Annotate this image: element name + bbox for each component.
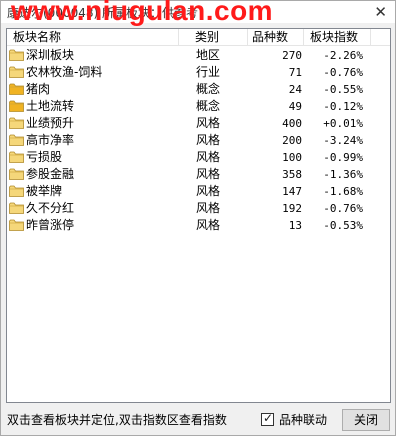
sector-name: 被举牌	[26, 184, 63, 198]
sector-type: 地区	[196, 48, 221, 62]
column-header-type[interactable]: 类别	[179, 29, 248, 45]
sector-count: 100	[282, 151, 302, 164]
sector-list[interactable]: 板块名称 类别 品种数 板块指数 深圳板块 地区 270 -2.26% 农林牧渔-饲料 行…	[6, 28, 391, 403]
check-icon: ✓	[263, 411, 274, 425]
sector-index[interactable]: -3.24%	[307, 132, 363, 149]
title-bar[interactable]: 康达尔(000048) 所属板块：供参考 www.niugulan.com ✕	[1, 0, 395, 26]
sector-count: 192	[282, 202, 302, 215]
sector-name: 业绩预升	[26, 116, 75, 130]
table-row[interactable]: 猪肉 概念 24 -0.55%	[7, 81, 390, 98]
sector-name: 久不分红	[26, 201, 75, 215]
watermark: www.niugulan.com	[11, 0, 274, 26]
sector-type: 风格	[196, 167, 221, 181]
sector-name: 昨曾涨停	[26, 218, 75, 232]
sector-type: 概念	[196, 99, 221, 113]
sector-index[interactable]: -0.76%	[307, 64, 363, 81]
sector-name: 亏损股	[26, 150, 63, 164]
table-row[interactable]: 高市净率 风格 200 -3.24%	[7, 132, 390, 149]
folder-icon	[9, 100, 24, 112]
sector-index[interactable]: -1.36%	[307, 166, 363, 183]
column-header-index[interactable]: 板块指数	[304, 29, 371, 45]
sector-index[interactable]: -1.68%	[307, 183, 363, 200]
close-icon[interactable]: ✕	[374, 3, 387, 21]
table-row[interactable]: 土地流转 概念 49 -0.12%	[7, 98, 390, 115]
sector-type: 风格	[196, 201, 221, 215]
sector-index[interactable]: -0.55%	[307, 81, 363, 98]
column-header-name[interactable]: 板块名称	[7, 29, 179, 45]
sector-type: 风格	[196, 133, 221, 147]
status-bar: 双击查看板块并定位,双击指数区查看指数 ✓ 品种联动 关闭	[1, 405, 395, 435]
sector-dialog: 康达尔(000048) 所属板块：供参考 www.niugulan.com ✕ …	[0, 0, 396, 436]
sector-name-cell: 农林牧渔-饲料	[9, 64, 179, 81]
table-row[interactable]: 参股金融 风格 358 -1.36%	[7, 166, 390, 183]
sector-name-cell: 久不分红	[9, 200, 179, 217]
sector-name-cell: 参股金融	[9, 166, 179, 183]
sector-name: 农林牧渔-饲料	[26, 65, 103, 79]
sector-index[interactable]: -0.76%	[307, 200, 363, 217]
sector-name-cell: 被举牌	[9, 183, 179, 200]
folder-icon	[9, 202, 24, 214]
sector-name-cell: 高市净率	[9, 132, 179, 149]
sector-index[interactable]: +0.01%	[307, 115, 363, 132]
sector-index[interactable]: -0.12%	[307, 98, 363, 115]
table-row[interactable]: 亏损股 风格 100 -0.99%	[7, 149, 390, 166]
sector-count: 71	[288, 66, 302, 79]
table-row[interactable]: 业绩预升 风格 400 +0.01%	[7, 115, 390, 132]
sector-count: 49	[288, 100, 302, 113]
sector-name-cell: 深圳板块	[9, 47, 179, 64]
list-header: 板块名称 类别 品种数 板块指数	[7, 29, 390, 46]
sector-count: 270	[282, 49, 302, 62]
sector-type: 风格	[196, 150, 221, 164]
folder-icon	[9, 66, 24, 78]
folder-icon	[9, 134, 24, 146]
sector-index[interactable]: -2.26%	[307, 47, 363, 64]
sector-count: 358	[282, 168, 302, 181]
folder-icon	[9, 219, 24, 231]
sector-name: 土地流转	[26, 99, 75, 113]
sector-name: 参股金融	[26, 167, 75, 181]
table-row[interactable]: 农林牧渔-饲料 行业 71 -0.76%	[7, 64, 390, 81]
sector-index[interactable]: -0.53%	[307, 217, 363, 234]
sector-name-cell: 亏损股	[9, 149, 179, 166]
table-row[interactable]: 深圳板块 地区 270 -2.26%	[7, 47, 390, 64]
sector-type: 概念	[196, 82, 221, 96]
linkage-checkbox[interactable]: ✓	[261, 411, 274, 426]
column-header-count[interactable]: 品种数	[248, 29, 304, 45]
sector-count: 24	[288, 83, 302, 96]
sector-type: 风格	[196, 184, 221, 198]
linkage-checkbox-label[interactable]: 品种联动	[279, 411, 327, 428]
sector-type: 行业	[196, 65, 221, 79]
folder-icon	[9, 83, 24, 95]
sector-name-cell: 昨曾涨停	[9, 217, 179, 234]
sector-type: 风格	[196, 218, 221, 232]
folder-icon	[9, 185, 24, 197]
sector-count: 147	[282, 185, 302, 198]
folder-icon	[9, 117, 24, 129]
table-row[interactable]: 久不分红 风格 192 -0.76%	[7, 200, 390, 217]
sector-name: 高市净率	[26, 133, 75, 147]
table-row[interactable]: 被举牌 风格 147 -1.68%	[7, 183, 390, 200]
sector-count: 200	[282, 134, 302, 147]
sector-name-cell: 土地流转	[9, 98, 179, 115]
sector-count: 13	[288, 219, 302, 232]
sector-name: 猪肉	[26, 82, 51, 96]
folder-icon	[9, 168, 24, 180]
status-hint: 双击查看板块并定位,双击指数区查看指数	[7, 413, 227, 427]
folder-icon	[9, 151, 24, 163]
sector-count: 400	[282, 117, 302, 130]
table-row[interactable]: 昨曾涨停 风格 13 -0.53%	[7, 217, 390, 234]
sector-name: 深圳板块	[26, 48, 75, 62]
folder-icon	[9, 49, 24, 61]
list-rows: 深圳板块 地区 270 -2.26% 农林牧渔-饲料 行业 71 -0.76% 猪肉 概念 24 -0…	[7, 47, 390, 234]
sector-name-cell: 业绩预升	[9, 115, 179, 132]
sector-type: 风格	[196, 116, 221, 130]
close-button[interactable]: 关闭	[342, 409, 390, 431]
sector-index[interactable]: -0.99%	[307, 149, 363, 166]
sector-name-cell: 猪肉	[9, 81, 179, 98]
